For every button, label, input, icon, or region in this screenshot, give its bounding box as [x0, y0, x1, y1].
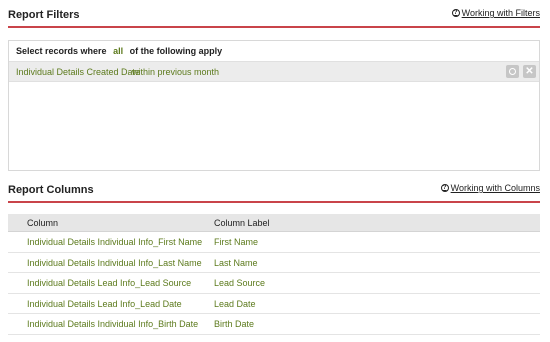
columns-section-header: Report Columns ? Working with Columns — [8, 181, 540, 203]
filter-caption: Select records where all of the followin… — [16, 46, 222, 56]
column-label-cell[interactable]: First Name — [214, 237, 258, 247]
filters-section-title: Report Filters — [8, 9, 80, 21]
filter-settings-button[interactable] — [506, 65, 519, 78]
column-label-cell[interactable]: Birth Date — [214, 319, 254, 329]
column-cell[interactable]: Individual Details Individual Info_Last … — [27, 258, 202, 268]
column-cell[interactable]: Individual Details Individual Info_Birth… — [27, 319, 198, 329]
column-label-cell[interactable]: Lead Date — [214, 299, 256, 309]
column-header: Column — [27, 218, 59, 228]
close-icon: ✕ — [525, 66, 534, 77]
table-row[interactable]: Individual Details Lead Info_Lead Source… — [8, 273, 540, 294]
filter-row[interactable]: Individual Details Created Date within p… — [9, 61, 539, 82]
help-circle-icon: ? — [440, 184, 449, 192]
report-columns-table: Column Column Label Individual Details I… — [8, 214, 540, 335]
column-label-cell[interactable]: Lead Source — [214, 278, 265, 288]
filter-field[interactable]: Individual Details Created Date — [16, 67, 140, 77]
filter-delete-button[interactable]: ✕ — [523, 65, 536, 78]
filter-caption-prefix: Select records where — [16, 46, 107, 56]
column-label-cell[interactable]: Last Name — [214, 258, 258, 268]
filters-section-header: Report Filters ? Working with Filters — [8, 6, 540, 28]
column-cell[interactable]: Individual Details Lead Info_Lead Source — [27, 278, 191, 288]
column-cell[interactable]: Individual Details Individual Info_First… — [27, 237, 202, 247]
filters-help-link-text: Working with Filters — [461, 8, 540, 18]
columns-section-title: Report Columns — [8, 184, 94, 196]
table-row[interactable]: Individual Details Lead Info_Lead Date L… — [8, 294, 540, 314]
help-circle-icon: ? — [451, 9, 460, 17]
table-row[interactable]: Individual Details Individual Info_Last … — [8, 253, 540, 273]
filter-caption-suffix: of the following apply — [129, 46, 223, 56]
table-header-row: Column Column Label — [8, 214, 540, 232]
column-label-header: Column Label — [214, 218, 270, 228]
columns-help-link[interactable]: ? Working with Columns — [440, 183, 540, 193]
table-row[interactable]: Individual Details Individual Info_First… — [8, 232, 540, 253]
columns-help-link-text: Working with Columns — [450, 183, 540, 193]
column-cell[interactable]: Individual Details Lead Info_Lead Date — [27, 299, 182, 309]
filter-panel: Select records where all of the followin… — [8, 40, 540, 171]
filters-help-link[interactable]: ? Working with Filters — [451, 8, 540, 18]
filter-mode-select[interactable]: all — [113, 46, 123, 56]
table-row[interactable]: Individual Details Individual Info_Birth… — [8, 314, 540, 335]
settings-icon — [509, 68, 516, 75]
filter-operator[interactable]: within previous month — [132, 67, 219, 77]
